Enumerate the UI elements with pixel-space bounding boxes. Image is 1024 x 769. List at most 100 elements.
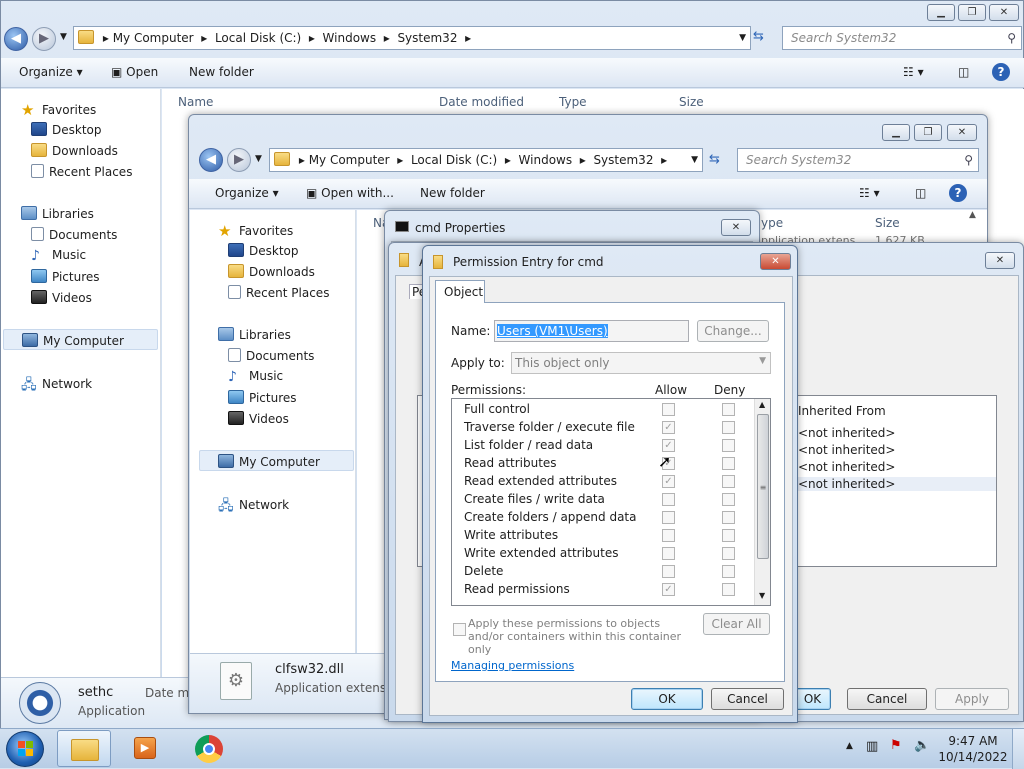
scroll-up-icon[interactable]: ▲ xyxy=(969,210,976,220)
nav-videos[interactable]: Videos xyxy=(31,290,92,305)
close-button[interactable]: ✕ xyxy=(760,253,791,270)
change-button[interactable]: Change... xyxy=(697,320,769,342)
deny-checkbox[interactable] xyxy=(722,421,735,434)
allow-checkbox[interactable] xyxy=(662,511,675,524)
address-dropdown-icon[interactable]: ▼ xyxy=(691,149,698,171)
tray-volume-icon[interactable]: 🔈 xyxy=(914,738,930,753)
allow-checkbox[interactable] xyxy=(662,529,675,542)
show-desktop-button[interactable] xyxy=(1012,729,1024,769)
breadcrumb-item[interactable]: Local Disk (C:) xyxy=(411,153,497,167)
nav-libraries[interactable]: Libraries xyxy=(21,206,94,221)
permissions-scrollbar[interactable]: ▲ ≡ ▼ xyxy=(754,399,770,605)
deny-checkbox[interactable] xyxy=(722,565,735,578)
nav-pictures[interactable]: Pictures xyxy=(228,390,297,405)
recent-pages-chevron-icon[interactable]: ▼ xyxy=(255,154,262,164)
preview-pane-icon[interactable]: ◫ xyxy=(958,65,969,79)
scroll-up-icon[interactable]: ▲ xyxy=(759,400,765,409)
nav-music[interactable]: ♪ Music xyxy=(228,369,283,385)
minimize-button[interactable]: ▁ xyxy=(882,124,910,141)
search-icon[interactable]: ⚲ xyxy=(1007,27,1016,49)
tray-network-icon[interactable]: ▥ xyxy=(866,739,878,754)
nav-documents[interactable]: Documents xyxy=(228,348,314,363)
cancel-button[interactable]: Cancel xyxy=(847,688,927,710)
help-icon[interactable]: ? xyxy=(949,184,967,202)
clock[interactable]: 9:47 AM 10/14/2022 xyxy=(938,733,1008,765)
back-button[interactable]: ◀ xyxy=(199,148,223,172)
recent-pages-chevron-icon[interactable]: ▼ xyxy=(60,32,67,42)
nav-desktop[interactable]: Desktop xyxy=(31,122,102,137)
restore-button[interactable]: ❐ xyxy=(958,4,986,21)
deny-checkbox[interactable] xyxy=(722,493,735,506)
address-bar[interactable]: ▸ My Computer ▸ Local Disk (C:) ▸ Window… xyxy=(73,26,751,50)
back-button[interactable]: ◀ xyxy=(4,27,28,51)
breadcrumb-item[interactable]: Windows xyxy=(519,153,573,167)
forward-button[interactable]: ▶ xyxy=(227,148,251,172)
allow-checkbox[interactable]: ✓ xyxy=(662,421,675,434)
deny-checkbox[interactable] xyxy=(722,403,735,416)
breadcrumb-item[interactable]: My Computer xyxy=(309,153,390,167)
managing-permissions-link[interactable]: Managing permissions xyxy=(451,659,574,672)
view-options-icon[interactable]: ☷ ▾ xyxy=(903,65,924,79)
nav-desktop[interactable]: Desktop xyxy=(228,243,299,258)
allow-checkbox[interactable]: ✓ xyxy=(662,439,675,452)
view-options-icon[interactable]: ☷ ▾ xyxy=(859,186,880,200)
inherited-row[interactable]: <not inherited> xyxy=(798,426,895,440)
inherited-row[interactable]: <not inherited> xyxy=(798,443,895,457)
close-button[interactable]: ✕ xyxy=(947,124,977,141)
breadcrumb-item[interactable]: System32 xyxy=(397,31,457,45)
deny-checkbox[interactable] xyxy=(722,439,735,452)
breadcrumb-item[interactable]: System32 xyxy=(593,153,653,167)
tray-action-center-icon[interactable]: ⚑ xyxy=(890,738,902,753)
search-input[interactable]: Search System32 ⚲ xyxy=(782,26,1022,50)
deny-checkbox[interactable] xyxy=(722,511,735,524)
deny-checkbox[interactable] xyxy=(722,583,735,596)
column-header-date-modified[interactable]: Date modified xyxy=(439,95,524,109)
show-hidden-icons-icon[interactable]: ▲ xyxy=(846,741,853,751)
breadcrumb-item[interactable]: Windows xyxy=(323,31,377,45)
search-icon[interactable]: ⚲ xyxy=(964,149,973,171)
allow-checkbox[interactable] xyxy=(662,403,675,416)
close-button[interactable]: ✕ xyxy=(985,252,1015,269)
taskbar-chrome-button[interactable] xyxy=(190,733,226,765)
new-folder-button[interactable]: New folder xyxy=(420,186,485,200)
inherited-row[interactable]: <not inherited> xyxy=(798,477,996,491)
inherited-from-header[interactable]: Inherited From xyxy=(798,404,886,418)
open-button[interactable]: ▣ Open xyxy=(111,65,158,79)
column-header-type[interactable]: Type xyxy=(559,95,587,109)
nav-my-computer[interactable]: My Computer xyxy=(199,450,354,471)
taskbar-explorer-button[interactable] xyxy=(57,730,111,767)
breadcrumb-item[interactable]: Local Disk (C:) xyxy=(215,31,301,45)
column-header-size[interactable]: Size xyxy=(679,95,704,109)
deny-checkbox[interactable] xyxy=(722,547,735,560)
scroll-down-icon[interactable]: ▼ xyxy=(759,591,765,600)
column-header-type[interactable]: ype xyxy=(761,216,783,230)
scrollbar-thumb[interactable]: ≡ xyxy=(757,414,769,559)
refresh-icon[interactable]: ⇆ xyxy=(709,152,720,167)
restore-button[interactable]: ❐ xyxy=(914,124,942,141)
breadcrumb-item[interactable]: My Computer xyxy=(113,31,194,45)
nav-recent-places[interactable]: Recent Places xyxy=(228,285,329,300)
address-dropdown-icon[interactable]: ▼ xyxy=(739,27,746,49)
allow-checkbox[interactable]: ✓ xyxy=(662,583,675,596)
column-header-size[interactable]: Size xyxy=(875,216,900,230)
help-icon[interactable]: ? xyxy=(992,63,1010,81)
nav-my-computer[interactable]: My Computer xyxy=(3,329,158,350)
apply-to-children-checkbox[interactable] xyxy=(453,623,466,636)
allow-checkbox[interactable] xyxy=(662,547,675,560)
refresh-icon[interactable]: ⇆ xyxy=(753,29,764,44)
clear-all-button[interactable]: Clear All xyxy=(703,613,770,635)
taskbar-media-player-button[interactable]: ▶ xyxy=(126,733,162,765)
allow-checkbox[interactable] xyxy=(662,565,675,578)
name-field[interactable]: Users (VM1\Users) xyxy=(494,320,689,342)
address-bar[interactable]: ▸ My Computer ▸ Local Disk (C:) ▸ Window… xyxy=(269,148,703,172)
deny-checkbox[interactable] xyxy=(722,457,735,470)
nav-libraries[interactable]: Libraries xyxy=(218,327,291,342)
close-button[interactable]: ✕ xyxy=(721,219,751,236)
nav-network[interactable]: 🖧 Network xyxy=(218,495,289,519)
preview-pane-icon[interactable]: ◫ xyxy=(915,186,926,200)
nav-favorites[interactable]: ★ Favorites xyxy=(218,222,293,240)
nav-downloads[interactable]: Downloads xyxy=(31,143,118,158)
open-with-button[interactable]: ▣ Open with... xyxy=(306,186,394,200)
nav-downloads[interactable]: Downloads xyxy=(228,264,315,279)
nav-videos[interactable]: Videos xyxy=(228,411,289,426)
